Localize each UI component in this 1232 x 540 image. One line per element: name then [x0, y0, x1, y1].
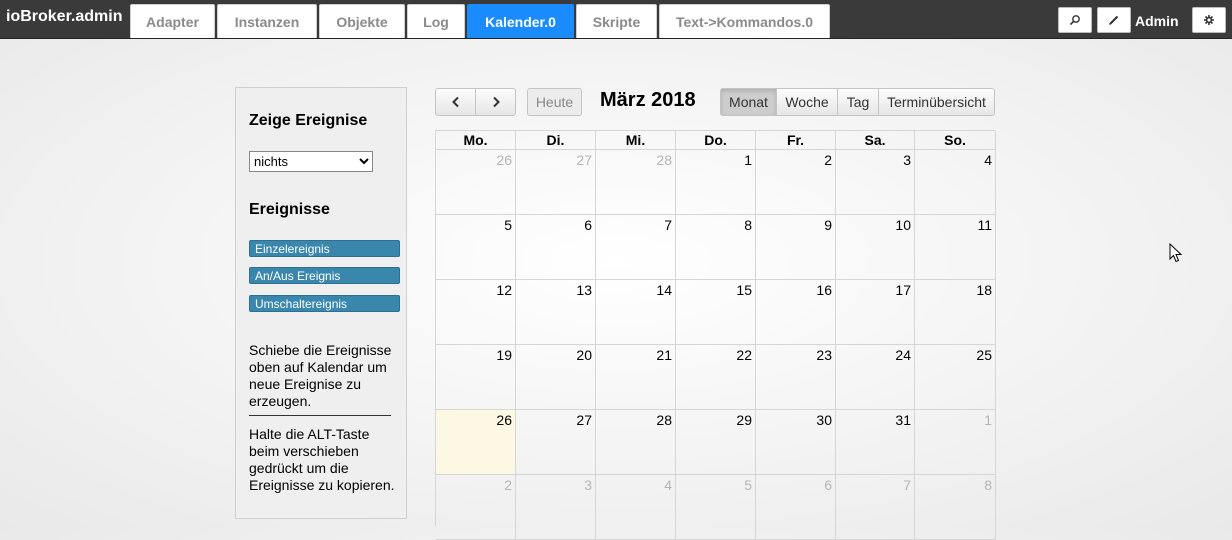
- tab-log[interactable]: Log: [407, 4, 465, 38]
- weekday-header: Di.: [516, 131, 596, 150]
- day-cell[interactable]: 2: [756, 150, 836, 215]
- view-week-button[interactable]: Woche: [776, 88, 838, 116]
- tab-kalender[interactable]: Kalender.0: [467, 4, 574, 38]
- event-single[interactable]: Einzelereignis: [249, 240, 400, 257]
- app-brand: ioBroker.admin: [6, 8, 123, 25]
- alt-hint-text: Halte die ALT-Taste beim verschieben ged…: [249, 426, 395, 493]
- day-cell[interactable]: 2: [436, 475, 516, 540]
- user-name: Admin: [1135, 13, 1179, 29]
- day-cell[interactable]: 1: [915, 410, 996, 475]
- prev-month-button[interactable]: [435, 88, 476, 116]
- day-cell[interactable]: 23: [756, 345, 836, 410]
- show-events-heading: Zeige Ereignise: [249, 112, 368, 129]
- top-navigation-bar: ioBroker.admin Adapter Instanzen Objekte…: [0, 0, 1232, 39]
- today-button[interactable]: Heute: [527, 88, 582, 116]
- day-cell[interactable]: 22: [676, 345, 756, 410]
- next-month-button[interactable]: [475, 88, 516, 116]
- view-month-button[interactable]: Monat: [720, 88, 777, 116]
- view-day-button[interactable]: Tag: [837, 88, 879, 116]
- search-button[interactable]: [1058, 7, 1092, 33]
- day-cell[interactable]: 8: [915, 475, 996, 540]
- day-cell[interactable]: 25: [915, 345, 996, 410]
- day-cell[interactable]: 31: [836, 410, 915, 475]
- day-cell[interactable]: 13: [516, 280, 596, 345]
- day-cell[interactable]: 5: [436, 215, 516, 280]
- day-cell[interactable]: 6: [516, 215, 596, 280]
- events-sidebar: Zeige Ereignise nichts Ereignisse Einzel…: [235, 87, 407, 519]
- weekday-header: Mo.: [436, 131, 516, 150]
- day-cell[interactable]: 7: [836, 475, 915, 540]
- day-cell[interactable]: 27: [516, 150, 596, 215]
- tab-adapter[interactable]: Adapter: [130, 4, 215, 38]
- weekday-header: Do.: [676, 131, 756, 150]
- day-cell[interactable]: 9: [756, 215, 836, 280]
- tab-text-kommandos[interactable]: Text->Kommandos.0: [659, 4, 830, 38]
- day-cell[interactable]: 14: [596, 280, 676, 345]
- day-cell[interactable]: 15: [676, 280, 756, 345]
- event-toggle[interactable]: Umschaltereignis: [249, 295, 400, 312]
- settings-button[interactable]: [1192, 7, 1226, 33]
- pencil-icon: [1109, 15, 1119, 25]
- day-cell[interactable]: 24: [836, 345, 915, 410]
- gear-icon: [1204, 15, 1214, 25]
- day-cell[interactable]: 27: [516, 410, 596, 475]
- day-cell[interactable]: 16: [756, 280, 836, 345]
- day-cell[interactable]: 11: [915, 215, 996, 280]
- month-grid: Mo. Di. Mi. Do. Fr. Sa. So. 26 27 28 1 2 3 4 5 6 7 8 9 10 11…: [435, 130, 996, 540]
- day-cell[interactable]: 26: [436, 150, 516, 215]
- event-on-off[interactable]: An/Aus Ereignis: [249, 267, 400, 284]
- tab-objekte[interactable]: Objekte: [319, 4, 405, 38]
- divider: [249, 415, 391, 416]
- tab-instanzen[interactable]: Instanzen: [217, 4, 317, 38]
- day-cell[interactable]: 17: [836, 280, 915, 345]
- day-cell[interactable]: 28: [596, 150, 676, 215]
- day-cell[interactable]: 3: [516, 475, 596, 540]
- edit-button[interactable]: [1097, 7, 1131, 33]
- day-cell[interactable]: 4: [596, 475, 676, 540]
- day-cell[interactable]: 26: [436, 410, 516, 475]
- day-cell[interactable]: 30: [756, 410, 836, 475]
- day-cell[interactable]: 12: [436, 280, 516, 345]
- view-list-button[interactable]: Terminübersicht: [878, 88, 995, 116]
- day-cell[interactable]: 4: [915, 150, 996, 215]
- chevron-left-icon: [451, 96, 459, 108]
- day-cell[interactable]: 19: [436, 345, 516, 410]
- day-cell[interactable]: 20: [516, 345, 596, 410]
- day-cell[interactable]: 6: [756, 475, 836, 540]
- day-cell[interactable]: 18: [915, 280, 996, 345]
- day-cell[interactable]: 29: [676, 410, 756, 475]
- day-cell[interactable]: 1: [676, 150, 756, 215]
- day-cell[interactable]: 28: [596, 410, 676, 475]
- tab-skripte[interactable]: Skripte: [576, 4, 657, 38]
- chevron-right-icon: [492, 96, 500, 108]
- day-cell[interactable]: 10: [836, 215, 915, 280]
- search-icon: [1069, 15, 1080, 26]
- calendar-title: März 2018: [600, 89, 696, 111]
- day-cell[interactable]: 5: [676, 475, 756, 540]
- weekday-header: So.: [915, 131, 996, 150]
- day-cell[interactable]: 8: [676, 215, 756, 280]
- mouse-cursor-icon: [1169, 243, 1183, 263]
- day-cell[interactable]: 21: [596, 345, 676, 410]
- show-events-select[interactable]: nichts: [249, 151, 373, 172]
- day-cell[interactable]: 7: [596, 215, 676, 280]
- weekday-header: Sa.: [836, 131, 915, 150]
- events-heading: Ereignisse: [249, 201, 330, 218]
- weekday-header: Fr.: [756, 131, 836, 150]
- drag-hint-text: Schiebe die Ereignisse oben auf Kalendar…: [249, 342, 392, 409]
- weekday-header: Mi.: [596, 131, 676, 150]
- day-cell[interactable]: 3: [836, 150, 915, 215]
